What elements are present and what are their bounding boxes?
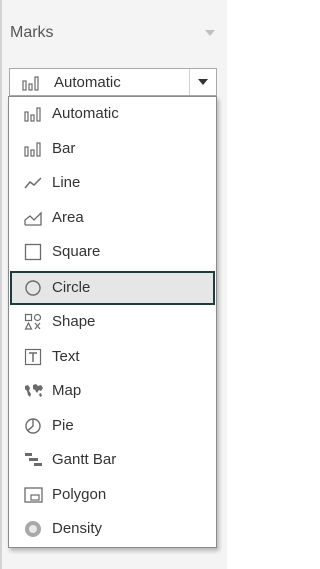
menu-item-label: Area: [52, 209, 84, 226]
menu-item-area[interactable]: Area: [10, 201, 215, 235]
menu-item-label: Line: [52, 174, 81, 191]
menu-item-text[interactable]: Text: [10, 340, 215, 374]
menu-item-label: Polygon: [52, 486, 107, 503]
marks-card-menu-chevron-icon[interactable]: [205, 30, 215, 36]
text-icon: [24, 348, 42, 366]
bar-chart-icon: [24, 140, 42, 158]
menu-item-map[interactable]: Map: [10, 374, 215, 408]
mark-type-menu: Automatic Bar Line Area Square Circle Sh…: [8, 96, 217, 548]
pie-icon: [24, 417, 42, 435]
menu-item-label: Bar: [52, 140, 76, 157]
menu-item-label: Map: [52, 382, 82, 399]
menu-item-density[interactable]: Density: [10, 512, 215, 546]
menu-item-label: Shape: [52, 313, 96, 330]
menu-item-bar[interactable]: Bar: [10, 132, 215, 166]
gantt-bar-icon: [24, 451, 42, 469]
menu-item-line[interactable]: Line: [10, 166, 215, 200]
panel-divider: [0, 0, 2, 569]
menu-item-automatic[interactable]: Automatic: [10, 97, 215, 131]
menu-item-pie[interactable]: Pie: [10, 409, 215, 443]
menu-item-label: Square: [52, 243, 101, 260]
menu-item-circle[interactable]: Circle: [10, 271, 215, 305]
square-icon: [24, 243, 42, 261]
mark-type-dropdown[interactable]: Automatic: [9, 68, 217, 96]
density-icon: [24, 520, 42, 538]
menu-item-label: Pie: [52, 417, 74, 434]
bar-chart-icon: [22, 75, 40, 91]
menu-item-polygon[interactable]: Polygon: [10, 478, 215, 512]
menu-item-label: Gantt Bar: [52, 451, 117, 468]
shape-icon: [24, 313, 42, 331]
menu-item-gantt-bar[interactable]: Gantt Bar: [10, 443, 215, 477]
menu-item-label: Density: [52, 520, 103, 537]
bar-chart-icon: [24, 105, 42, 123]
marks-card-title: Marks: [10, 24, 54, 41]
menu-item-label: Circle: [52, 279, 91, 296]
chevron-down-icon: [198, 79, 208, 85]
menu-item-shape[interactable]: Shape: [10, 305, 215, 339]
circle-icon: [24, 279, 42, 297]
dropdown-toggle-button[interactable]: [189, 69, 216, 95]
area-chart-icon: [24, 209, 42, 227]
mark-type-dropdown-value: Automatic: [54, 74, 121, 91]
polygon-icon: [24, 486, 43, 504]
line-chart-icon: [24, 174, 42, 192]
menu-item-label: Automatic: [52, 105, 119, 122]
menu-item-square[interactable]: Square: [10, 235, 215, 269]
map-icon: [24, 382, 43, 400]
menu-item-label: Text: [52, 348, 80, 365]
